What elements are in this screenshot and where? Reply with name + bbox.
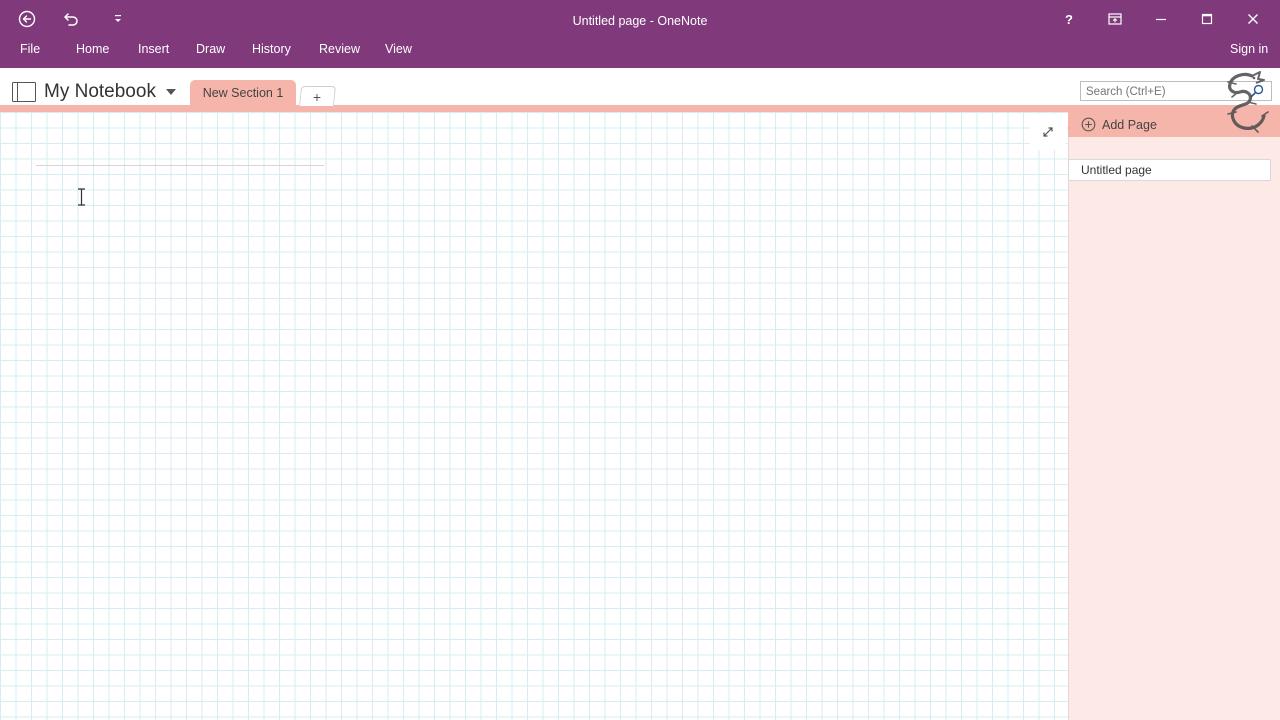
add-page-label: Add Page: [1102, 117, 1157, 132]
tab-draw[interactable]: Draw: [196, 41, 225, 57]
page-list-pane: [1068, 112, 1280, 720]
undo-icon[interactable]: [58, 6, 86, 32]
section-tab-label: New Section 1: [202, 86, 284, 100]
text-cursor-icon: [78, 188, 85, 206]
close-icon[interactable]: [1233, 6, 1273, 32]
notebook-picker[interactable]: My Notebook: [12, 79, 176, 105]
page-list-item-label: Untitled page: [1081, 163, 1152, 177]
page-title-field[interactable]: [36, 140, 324, 164]
tab-home[interactable]: Home: [76, 41, 109, 57]
onenote-window: Untitled page - OneNote ? File Home Inse…: [0, 0, 1280, 720]
title-bar: Untitled page - OneNote ? File Home Inse…: [0, 0, 1280, 68]
chevron-down-icon: [165, 89, 176, 95]
back-arrow-circle-icon[interactable]: [13, 6, 41, 32]
minimize-icon[interactable]: [1141, 6, 1181, 32]
plus-icon: +: [313, 88, 322, 105]
menu-file[interactable]: File: [20, 41, 40, 57]
page-canvas[interactable]: [0, 112, 1068, 720]
tab-history[interactable]: History: [252, 41, 291, 57]
expand-icon: [1043, 127, 1053, 137]
tab-view[interactable]: View: [385, 41, 412, 57]
tab-review[interactable]: Review: [319, 41, 360, 57]
page-list-item[interactable]: Untitled page: [1068, 159, 1271, 181]
add-circle-icon: [1081, 117, 1096, 132]
maximize-icon[interactable]: [1187, 6, 1227, 32]
help-icon: ?: [1065, 11, 1073, 27]
help-button[interactable]: ?: [1049, 6, 1089, 32]
expand-canvas-button[interactable]: [1030, 114, 1066, 150]
add-section-button[interactable]: +: [298, 86, 337, 106]
customize-toolbar-icon[interactable]: [104, 6, 132, 32]
dragon-logo-icon: [1227, 71, 1269, 133]
page-title-underline: [36, 165, 324, 166]
notebook-name: My Notebook: [44, 81, 156, 102]
section-tab-new-section-1[interactable]: New Section 1: [190, 80, 296, 106]
section-color-strip: [0, 105, 1280, 112]
notebook-icon: [12, 82, 36, 102]
full-screen-icon[interactable]: [1095, 6, 1135, 32]
sign-in-link[interactable]: Sign in: [1230, 41, 1268, 57]
tab-insert[interactable]: Insert: [138, 41, 169, 57]
